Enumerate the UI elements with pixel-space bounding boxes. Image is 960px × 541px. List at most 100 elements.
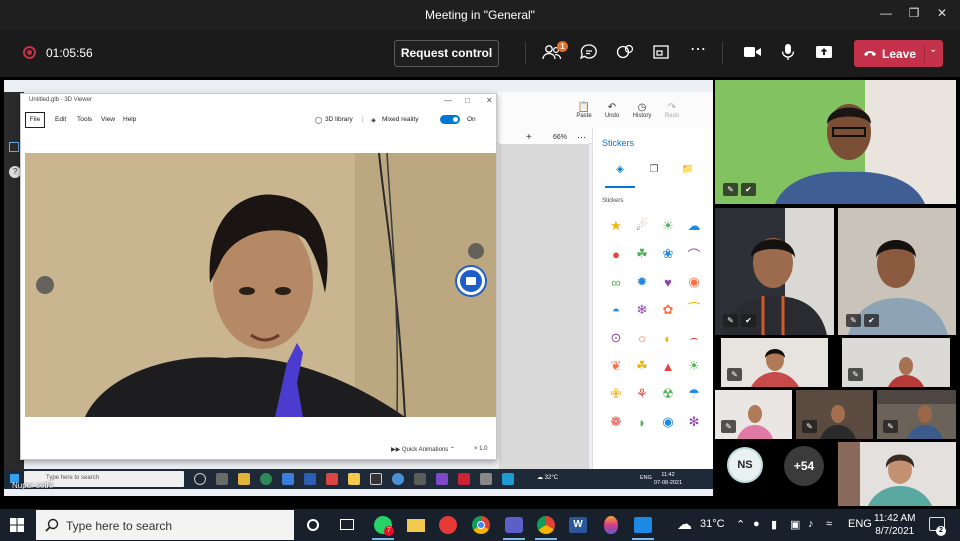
pin-icon[interactable]: ✎ [848,368,863,381]
remote-edge-icon[interactable] [282,473,294,485]
sticker-item[interactable]: ⊙ [603,324,629,352]
movies-icon[interactable] [632,514,654,536]
viewer-minimize-icon[interactable]: — [444,96,452,105]
request-control-button[interactable]: Request control [394,40,499,67]
language-indicator[interactable]: ENG [848,518,872,530]
sticker-item[interactable]: ☀ [681,352,707,380]
battery-icon[interactable]: ▮ [771,518,777,531]
sticker-item[interactable]: ☘ [629,352,655,380]
menu-edit[interactable]: Edit [55,116,66,123]
pin-icon[interactable]: ✎ [723,183,738,196]
chrome-icon[interactable] [470,514,492,536]
viewer-maximize-icon[interactable]: □ [465,96,470,105]
remote-3d-viewer-icon[interactable] [480,473,492,485]
sticker-item[interactable]: ◉ [681,268,707,296]
sticker-item[interactable]: ◐ [655,324,681,352]
reactions-icon[interactable] [614,43,636,63]
sticker-item[interactable]: ☀ [655,212,681,240]
chat-icon[interactable] [578,43,600,63]
sticker-item[interactable]: ☁ [681,212,707,240]
network-icon[interactable]: ≈ [826,518,832,530]
remote-app-icon[interactable] [216,473,228,485]
sticker-item[interactable]: ⚘ [629,380,655,408]
sticker-item[interactable]: ☂ [681,380,707,408]
meet-icon[interactable]: ▣ [790,518,800,531]
tab-folder[interactable]: 📁 [673,164,703,175]
cortana-icon[interactable] [302,514,324,536]
mixed-reality-toggle[interactable] [440,115,460,124]
remote-taskview-icon[interactable] [194,473,206,485]
chevron-down-icon[interactable]: ⌄ [929,44,937,55]
video-tile-small[interactable]: ✎ [842,338,950,387]
task-view-icon[interactable] [336,514,358,536]
remote-word-icon[interactable] [304,473,316,485]
sticker-item[interactable]: ✙ [603,380,629,408]
taskbar-clock[interactable]: 11:42 AM 8/7/2021 [874,512,916,538]
video-tile-large[interactable]: ✎ ✔ [715,80,956,204]
3d-library-button[interactable]: 3D library [325,116,353,123]
chevron-up-icon[interactable]: ⌃ [736,518,745,531]
sticker-item[interactable]: ❁ [603,408,629,436]
chrome-icon[interactable] [535,514,557,536]
undo-tool[interactable]: ↶ Undo [600,102,624,119]
sticker-item[interactable]: ∞ [603,268,629,296]
video-tile[interactable]: ✎ ✔ [715,208,834,335]
sticker-item[interactable]: ✻ [681,408,707,436]
more-options-icon[interactable]: ⋯ [687,39,709,59]
sticker-item[interactable]: ◓ [603,296,629,324]
pin-icon[interactable]: ✎ [883,420,898,433]
unpin-icon[interactable]: ✔ [741,314,756,327]
sticker-item[interactable]: ❀ [655,240,681,268]
more-participants-button[interactable]: +54 [784,446,824,486]
remote-folder-icon[interactable] [238,473,250,485]
close-icon[interactable]: ✕ [932,6,952,24]
sticker-item[interactable]: ✿ [655,296,681,324]
unpin-icon[interactable]: ✔ [741,183,756,196]
more-icon[interactable]: ⋯ [577,132,586,143]
quick-animations-button[interactable]: ▶▶ Quick Animations ⌃ [391,446,455,453]
unpin-icon[interactable]: ✔ [864,314,879,327]
tab-stickers[interactable]: ◈ [605,164,635,188]
sticker-item[interactable]: ⌢ [681,324,707,352]
paint3d-canvas[interactable] [499,144,589,478]
self-video-tile[interactable] [838,442,956,506]
menu-file[interactable]: File [25,112,45,128]
video-tile-small[interactable]: ✎ [877,390,956,439]
pin-icon[interactable]: ✎ [723,314,738,327]
sticker-item[interactable]: ❦ [603,352,629,380]
pin-icon[interactable]: ✎ [802,420,817,433]
minimize-icon[interactable]: — [876,6,896,24]
menu-view[interactable]: View [101,116,115,123]
remote-app-icon[interactable] [502,473,514,485]
pin-icon[interactable]: ✎ [727,368,742,381]
maximize-icon[interactable]: ❐ [904,6,924,24]
avatar[interactable]: NS [727,447,763,483]
menu-tools[interactable]: Tools [77,116,92,123]
sticker-item[interactable]: ◗ [629,408,655,436]
leave-button[interactable]: Leave ⌄ [854,40,943,67]
sticker-item[interactable]: ◉ [655,408,681,436]
remote-app-icon[interactable] [436,473,448,485]
sticker-item[interactable]: ⌒ [681,240,707,268]
pin-icon[interactable]: ✎ [846,314,861,327]
video-tile-small[interactable]: ✎ [721,338,828,387]
paste-tool[interactable]: 📋 Paste [572,102,596,119]
cursor-tool-icon[interactable] [9,142,19,152]
word-icon[interactable]: W [567,514,589,536]
weather-widget[interactable]: ☁ 31°C [677,516,725,533]
app-icon[interactable] [437,514,459,536]
whatsapp-icon[interactable]: 7 [372,514,394,536]
remote-app-icon[interactable] [414,473,426,485]
tab-textures[interactable]: ❐ [639,164,669,175]
sticker-item[interactable]: ○ [629,324,655,352]
pin-icon[interactable]: ✎ [721,420,736,433]
sticker-item[interactable]: ☄ [629,212,655,240]
sticker-item[interactable]: ▲ [655,352,681,380]
volume-icon[interactable]: ♪ [808,518,814,530]
remote-app-icon[interactable] [370,473,382,485]
camera-icon[interactable] [741,43,763,63]
remote-chrome-icon[interactable] [260,473,272,485]
sticker-item[interactable]: ❄ [629,296,655,324]
remote-app-icon[interactable] [392,473,404,485]
video-tile-small[interactable]: ✎ [796,390,873,439]
